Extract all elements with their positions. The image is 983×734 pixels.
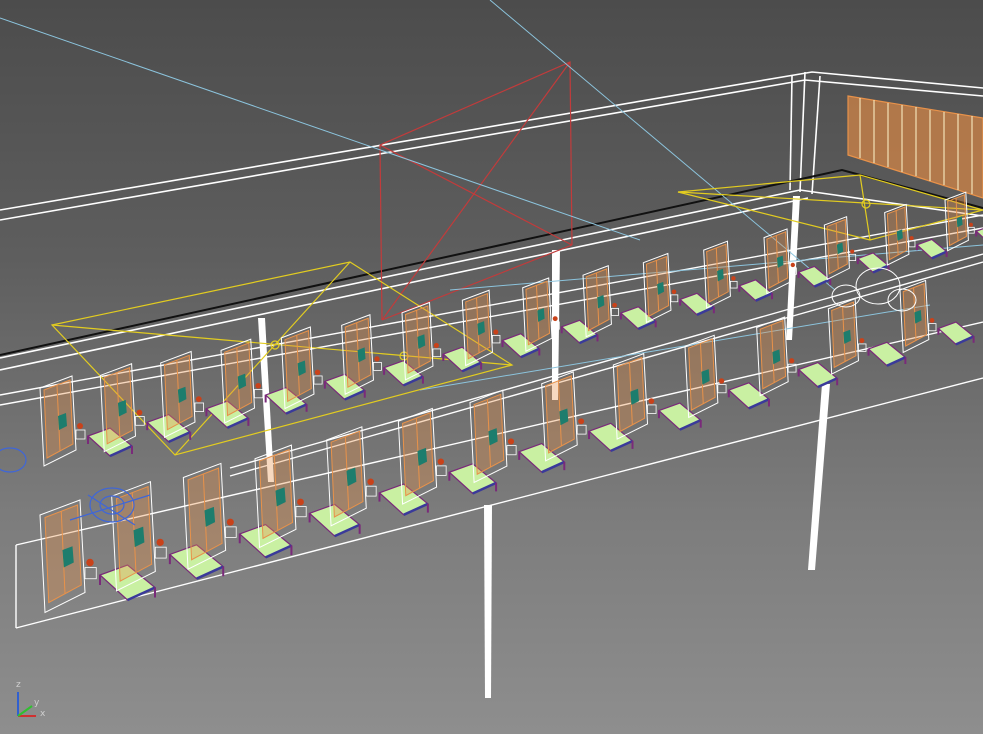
bed-bays[interactable] xyxy=(39,191,983,614)
bed xyxy=(378,483,429,516)
bed-bay[interactable] xyxy=(642,252,715,324)
bed-bay[interactable] xyxy=(944,191,983,252)
bed-bay[interactable] xyxy=(703,240,774,309)
corner-post-3 xyxy=(789,75,793,191)
axis-y-label: y xyxy=(34,698,40,708)
back-wall-top xyxy=(0,71,983,211)
axis-z-label: z xyxy=(16,680,21,690)
bed-bay[interactable] xyxy=(827,297,907,375)
bed-bay[interactable] xyxy=(884,203,948,266)
bed-bay[interactable] xyxy=(756,316,839,397)
bed xyxy=(867,341,907,367)
bed xyxy=(915,238,948,260)
bed xyxy=(856,252,890,274)
wireframe-scene[interactable] xyxy=(0,0,983,734)
bed xyxy=(797,265,832,288)
axis-gizmo: z x y xyxy=(10,680,50,724)
column-4 xyxy=(484,505,492,698)
camera-frustum[interactable] xyxy=(379,61,573,321)
corner-post-1 xyxy=(799,71,806,193)
axis-x-label: x xyxy=(40,709,46,719)
bed-bay[interactable] xyxy=(684,334,771,419)
bed-bay[interactable] xyxy=(823,215,890,281)
3d-viewport[interactable]: z x y xyxy=(0,0,983,734)
back-wall-top-inner xyxy=(0,79,983,221)
column-5 xyxy=(808,384,830,570)
